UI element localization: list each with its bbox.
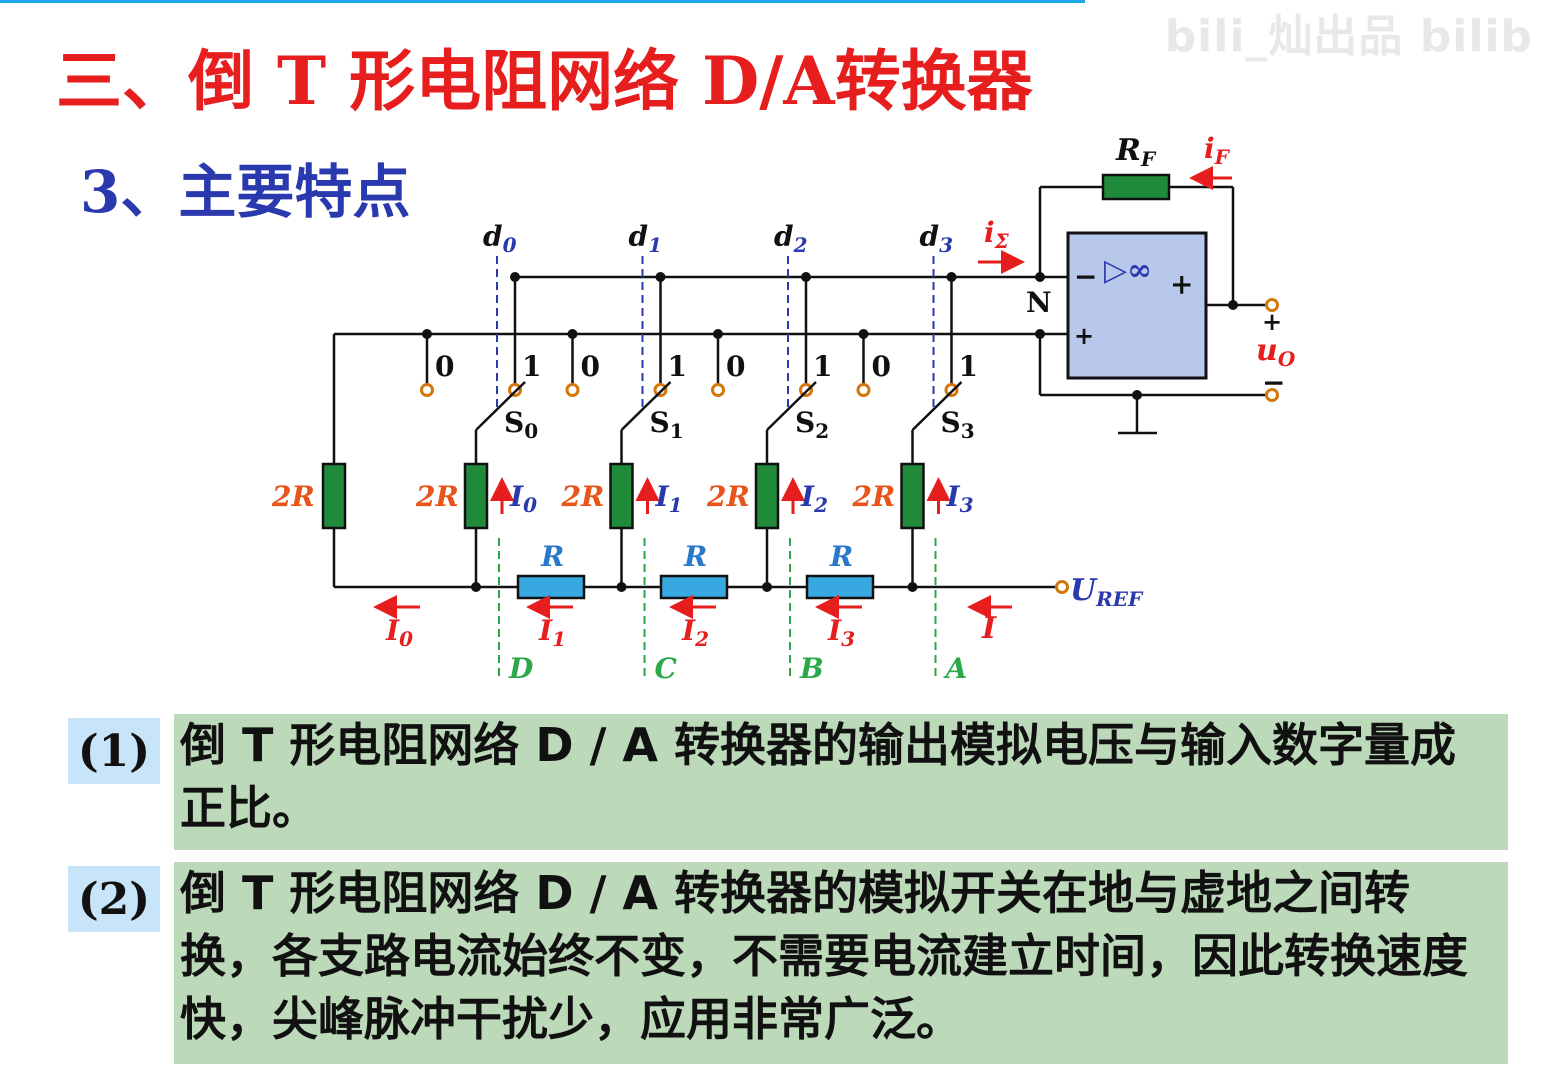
ground-bus-dot-1 — [567, 329, 578, 339]
switch-label-2: S2 — [795, 406, 829, 443]
ladder-resistor-1 — [659, 574, 729, 600]
output-terminal-minus — [1265, 388, 1279, 402]
branch-current-label-3: I3 — [946, 480, 974, 517]
total-current-label: I — [981, 611, 997, 646]
ladder-resistor-2 — [805, 574, 875, 600]
node-label-2: B — [799, 652, 824, 685]
switch-1-label-2: 1 — [813, 350, 832, 383]
ground-bus-dot-3 — [858, 329, 869, 339]
uref-terminal — [1055, 580, 1069, 594]
feature-tag-2: (2) — [68, 866, 160, 932]
branch-resistor-2 — [754, 462, 780, 530]
virtual-bus-dot-0 — [510, 272, 520, 282]
switch-0-contact-2 — [711, 383, 725, 397]
branch-resistor-3 — [900, 462, 925, 530]
branch-resistor-0 — [463, 462, 489, 530]
feedback-current-label: iF — [1204, 132, 1231, 169]
switch-0-label-1: 0 — [581, 350, 600, 383]
virtual-bus-dot-2 — [801, 272, 811, 282]
feature-box-1: 倒 T 形电阻网络 D / A 转换器的输出模拟电压与输入数字量成正比。 — [174, 714, 1508, 850]
ladder-current-label-2: I3 — [827, 614, 855, 651]
switch-0-contact-3 — [856, 383, 871, 397]
terminating-resistor — [321, 462, 347, 530]
ladder-resistor-label-2: R — [829, 540, 853, 573]
opamp-minus: − — [1074, 260, 1097, 293]
node-label-0: D — [508, 652, 534, 685]
branch-resistor-label-1: 2R — [561, 480, 605, 513]
node-n-dot — [1035, 272, 1045, 282]
virtual-bus-dot-1 — [655, 272, 666, 282]
switch-0-contact-0 — [420, 383, 434, 397]
uref-label: UREF — [1070, 573, 1144, 611]
feature-box-2: 倒 T 形电阻网络 D / A 转换器的模拟开关在地与虚地之间转换，各支路电流始… — [174, 862, 1508, 1064]
switch-0-label-0: 0 — [435, 350, 454, 383]
ladder-node-dot-0 — [471, 582, 481, 592]
ladder-node-dot-1 — [616, 582, 627, 592]
switch-label-3: S3 — [941, 406, 975, 443]
dac-circuit-diagram: ▷∞ − + + RF iF iΣ N + − uO UREF I 2R I0 … — [271, 132, 1296, 685]
switch-1-label-1: 1 — [668, 350, 687, 383]
data-bit-label-3: d3 — [920, 220, 954, 257]
node-n-label: N — [1026, 286, 1052, 319]
ladder-current-label-0: I1 — [538, 614, 566, 651]
feedback-resistor-label: RF — [1115, 133, 1157, 171]
ground-bus-dot-2 — [713, 329, 723, 339]
switch-0-label-2: 0 — [726, 350, 745, 383]
terminating-resistor-label: 2R — [271, 480, 315, 513]
output-terminal-plus — [1265, 298, 1279, 312]
opamp-plus-in: + — [1074, 321, 1094, 350]
switch-0-label-3: 0 — [872, 350, 891, 383]
switch-0-contact-1 — [565, 383, 580, 397]
ground-bus-dot-0 — [422, 329, 432, 339]
branch-resistor-label-2: 2R — [706, 480, 750, 513]
ladder-resistor-label-0: R — [540, 540, 564, 573]
opamp-plus-out: + — [1170, 268, 1193, 301]
ladder-resistor-label-1: R — [683, 540, 707, 573]
branch-current-label-1: I1 — [655, 480, 683, 517]
node-label-1: C — [655, 652, 678, 685]
ladder-node-dot-2 — [762, 582, 772, 592]
branch-resistor-1 — [609, 462, 634, 530]
bottom-current-0-label: I0 — [385, 614, 413, 651]
opamp-symbol: ▷∞ — [1104, 253, 1152, 288]
feedback-resistor — [1101, 173, 1171, 201]
switch-1-label-3: 1 — [959, 350, 978, 383]
branch-current-label-2: I2 — [800, 480, 828, 517]
switch-label-0: S0 — [504, 406, 538, 443]
node-label-3: A — [943, 652, 968, 685]
ladder-node-dot-3 — [907, 582, 918, 592]
sum-current-label: iΣ — [984, 216, 1010, 253]
ladder-current-label-1: I2 — [681, 614, 709, 651]
data-bit-label-2: d2 — [774, 220, 808, 257]
data-bit-label-1: d1 — [629, 220, 663, 257]
branch-current-label-0: I0 — [509, 480, 537, 517]
ladder-resistor-0 — [516, 574, 586, 600]
virtual-bus-dot-3 — [946, 272, 957, 282]
branch-resistor-label-3: 2R — [852, 480, 896, 513]
output-voltage-label: uO — [1256, 333, 1296, 371]
data-bit-label-0: d0 — [483, 220, 517, 257]
branch-resistor-label-0: 2R — [415, 480, 459, 513]
feature-tag-1: (1) — [68, 718, 160, 784]
switch-1-label-0: 1 — [522, 350, 541, 383]
switch-label-1: S1 — [650, 406, 684, 443]
